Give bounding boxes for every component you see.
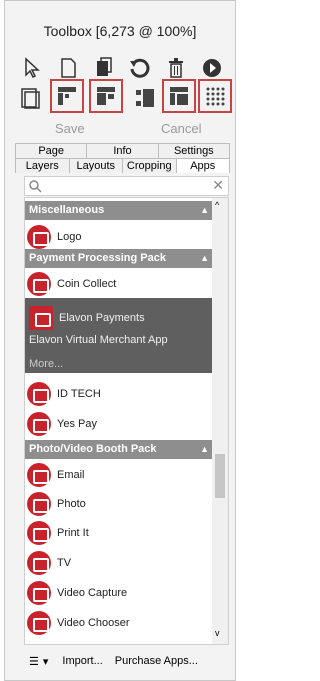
clear-icon[interactable]: ✕ [212,177,224,194]
section-label: Photo/Video Booth Pack [29,443,157,455]
item-label: Email [57,469,85,481]
list-item-video-chooser[interactable]: Video Chooser [25,608,213,638]
section-label: Payment Processing Pack [29,252,166,264]
grid-icon[interactable] [128,81,162,115]
collapse-icon[interactable]: ▲ [200,249,209,268]
page-icon[interactable] [13,81,47,115]
tab-cropping[interactable]: Cropping [122,158,177,173]
cancel-button[interactable]: Cancel [161,121,201,136]
item-label: Elavon Payments [59,312,145,324]
collapse-icon[interactable]: ▲ [200,440,209,459]
list-item-video-capture[interactable]: Video Capture [25,578,213,608]
dots-grid-icon[interactable] [198,79,232,113]
scroll-thumb[interactable] [215,454,225,498]
section-label: Miscellaneous [29,204,105,216]
yespay-icon [27,412,51,436]
save-button[interactable]: Save [55,121,85,136]
photo-icon [27,492,51,516]
item-label: Photo [57,498,86,510]
item-label: Video Chooser [57,617,130,629]
elavon-icon [29,306,53,330]
tab-info[interactable]: Info [86,143,159,158]
video-capture-icon [27,581,51,605]
tabs-top: Page Info Settings [15,143,230,158]
video-chooser-icon [27,611,51,635]
list-item-coin-collect[interactable]: Coin Collect [25,269,213,299]
layout-icon[interactable] [50,79,84,113]
layout-alt-icon[interactable] [89,79,123,113]
list-item-tv[interactable]: TV [25,548,213,578]
section-payment[interactable]: Payment Processing Pack ▲ [25,249,213,268]
more-link[interactable]: More... [29,358,63,370]
logo-icon [27,225,51,249]
menu-icon[interactable]: ☰ [29,655,39,668]
layout-right-icon[interactable] [162,79,196,113]
section-miscellaneous[interactable]: Miscellaneous ▲ [25,201,213,220]
printer-icon [27,521,51,545]
tab-settings[interactable]: Settings [157,143,230,158]
item-label: Print It [57,527,89,539]
tab-layers[interactable]: Layers [15,158,70,173]
tabs-bottom: Layers Layouts Cropping Apps [15,158,230,173]
dropdown-icon[interactable]: ▾ [43,655,49,668]
footer-bar: ☰ ▾ Import... Purchase Apps... [29,647,229,675]
item-label: Logo [57,231,82,243]
list-item-email[interactable]: Email [25,460,213,490]
list-item-id-tech[interactable]: ID TECH [25,379,213,409]
list-item-print-it[interactable]: Print It [25,518,213,548]
toolbox-panel: Toolbox [6,273 @ 100%] Save Cancel Page … [4,0,236,681]
import-button[interactable]: Import... [62,655,102,667]
tab-layouts[interactable]: Layouts [68,158,123,173]
item-label: ID TECH [57,388,101,400]
item-label: Video Capture [57,587,128,599]
tab-page[interactable]: Page [15,143,88,158]
section-photo-video[interactable]: Photo/Video Booth Pack ▲ [25,440,213,459]
email-icon [27,463,51,487]
item-description: Elavon Virtual Merchant App [29,334,168,346]
elavon-selected-panel[interactable]: Elavon Payments Elavon Virtual Merchant … [25,298,213,373]
purchase-apps-button[interactable]: Purchase Apps... [115,655,198,667]
list-item-yes-pay[interactable]: Yes Pay [25,409,213,439]
apps-list: Miscellaneous ▲ Logo Payment Processing P… [24,197,229,645]
card-reader-icon [27,382,51,406]
list-item-photo[interactable]: Photo [25,489,213,519]
item-label: TV [57,557,72,569]
scroll-down-icon[interactable]: v [215,628,220,638]
item-label: Coin Collect [57,278,117,290]
tab-apps[interactable]: Apps [175,158,230,173]
scroll-up-icon[interactable]: ^ [215,200,219,210]
coin-icon [27,272,51,296]
scrollbar[interactable]: ^ v [212,198,228,644]
toolbox-title: Toolbox [6,273 @ 100%] [43,23,197,39]
search-icon [28,179,42,196]
undo-icon[interactable] [123,51,157,85]
item-label: Yes Pay [57,418,97,430]
tv-icon [27,551,51,575]
collapse-icon[interactable]: ▲ [200,201,209,220]
search-input[interactable] [45,178,205,194]
pointer-icon[interactable] [15,51,49,85]
search-box[interactable]: ✕ [24,176,229,196]
list-item-logo[interactable]: Logo [25,222,213,252]
